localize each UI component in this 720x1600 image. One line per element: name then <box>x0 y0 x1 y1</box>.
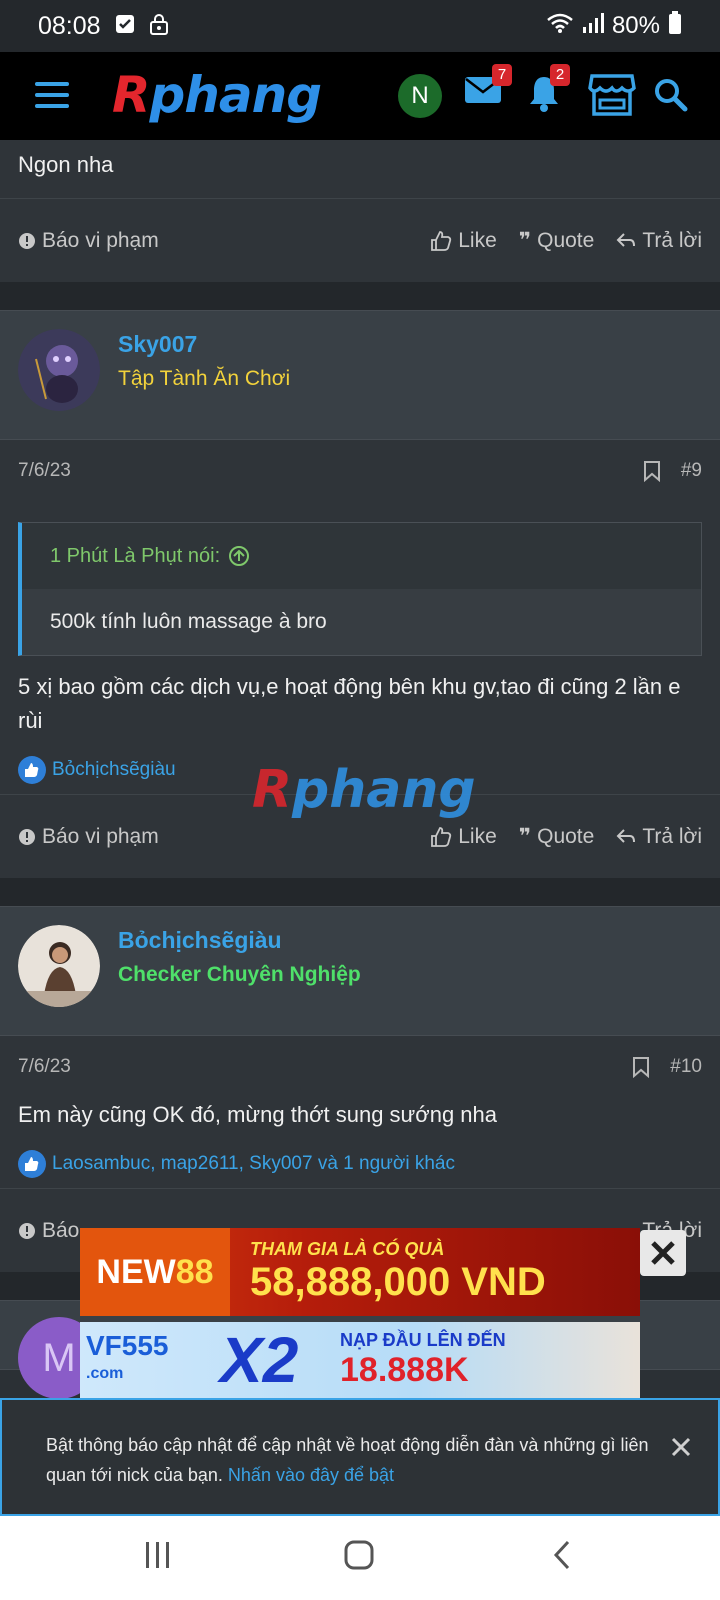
post-separator <box>0 282 720 310</box>
post-meta: 7/6/23 #10 <box>0 1036 720 1098</box>
back-icon[interactable] <box>552 1540 572 1575</box>
author-avatar[interactable] <box>18 329 100 411</box>
reply-button[interactable]: Trả lời <box>616 229 702 253</box>
like-reaction-icon <box>18 1150 46 1178</box>
notice-text: Bật thông báo cập nhật để cập nhật về ho… <box>46 1435 649 1485</box>
ad-amount: 58,888,000 VND <box>250 1260 546 1304</box>
notice-close-icon[interactable] <box>670 1436 694 1460</box>
like-button[interactable]: Like <box>430 229 497 253</box>
report-button[interactable]: Báo vi phạm <box>18 825 159 849</box>
search-icon[interactable] <box>654 78 688 117</box>
post-message: 5 xị bao gồm các dịch vụ,e hoạt động bên… <box>18 674 681 733</box>
quote-text: 500k tính luôn massage à bro <box>22 589 701 655</box>
ad-close-button[interactable] <box>640 1230 686 1276</box>
signal-icon <box>582 12 604 41</box>
post-message: Ngon nha <box>18 152 114 177</box>
post-9: Sky007 Tập Tành Ăn Chơi 7/6/23 #9 1 Phút… <box>0 310 720 878</box>
close-icon <box>651 1241 675 1265</box>
reply-arrow-icon <box>616 828 636 843</box>
ad-amount: 18.888K <box>340 1351 469 1389</box>
enable-notifications-link[interactable]: Nhấn vào đây để bật <box>228 1465 394 1485</box>
alert-icon <box>19 1222 35 1239</box>
user-avatar-button[interactable]: N <box>398 74 442 118</box>
post-meta: 7/6/23 #9 <box>0 440 720 502</box>
post-actions: Báo vi phạm Like ❞ Quote Trả lời <box>0 198 720 282</box>
likes-summary[interactable]: Laosambuc, map2611, Sky007 và 1 người kh… <box>0 1140 720 1188</box>
ad-brand-logo: VF555 .com <box>86 1330 169 1383</box>
like-button[interactable]: Like <box>430 825 497 849</box>
system-navigation-bar <box>0 1516 720 1600</box>
bookmark-icon[interactable] <box>643 460 661 482</box>
reply-button[interactable]: Trả lời <box>616 825 702 849</box>
status-time: 08:08 <box>38 11 101 40</box>
author-title: Tập Tành Ăn Chơi <box>118 367 291 390</box>
home-icon[interactable] <box>344 1540 374 1575</box>
thumbs-up-icon <box>431 230 452 251</box>
post-message: Em này cũng OK đó, mừng thớt sung sướng … <box>18 1102 498 1127</box>
quote-icon: ❞ <box>518 825 532 848</box>
battery-icon <box>668 10 682 42</box>
report-button[interactable]: Báo vi phạm <box>18 229 159 253</box>
post-previous: Ngon nha Báo vi phạm Like ❞ Quote Trả lờ… <box>0 140 720 282</box>
author-avatar[interactable] <box>18 925 100 1007</box>
lock-icon <box>149 13 169 40</box>
alert-icon <box>19 232 35 249</box>
author-username[interactable]: Sky007 <box>118 331 197 358</box>
post-10: Bỏchịchsẽgiàu Checker Chuyên Nghiệp 7/6/… <box>0 906 720 1272</box>
quote-author: 1 Phút Là Phụt nói: <box>50 544 221 567</box>
ad-headline: THAM GIA LÀ CÓ QUÀ <box>250 1239 445 1259</box>
thumbs-up-icon <box>431 826 452 847</box>
quote-block: 1 Phút Là Phụt nói: 500k tính luôn massa… <box>18 522 702 656</box>
ad-headline: NẠP ĐẦU LÊN ĐẾN <box>340 1330 506 1350</box>
checkbox-notification-icon <box>115 14 135 39</box>
recent-apps-icon[interactable] <box>144 1540 172 1575</box>
mail-badge: 7 <box>492 64 512 86</box>
notifications-bell-icon[interactable]: 2 <box>528 64 570 117</box>
ad-brand-logo: NEW 88 <box>80 1228 230 1316</box>
site-logo[interactable]: Rphang <box>112 66 322 124</box>
post-number[interactable]: #10 <box>670 1056 702 1078</box>
reply-arrow-icon <box>616 232 636 247</box>
likes-summary[interactable]: Bỏchịchsẽgiàu <box>0 746 720 794</box>
post-separator <box>0 878 720 906</box>
push-notification-prompt: Bật thông báo cập nhật để cập nhật về ho… <box>0 1398 720 1516</box>
ad-x2-label: X2 <box>220 1324 299 1396</box>
post-date[interactable]: 7/6/23 <box>18 1056 71 1078</box>
arrow-up-circle-icon <box>229 546 250 566</box>
inbox-mail-icon[interactable]: 7 <box>464 64 512 109</box>
quote-button[interactable]: ❞ Quote <box>519 228 595 253</box>
hamburger-menu-icon[interactable] <box>35 82 69 108</box>
top-navigation: Rphang N 7 2 <box>0 52 720 140</box>
report-button[interactable]: Báo <box>18 1219 79 1243</box>
like-reaction-icon <box>18 756 46 784</box>
ad-banner-new88[interactable]: NEW 88 THAM GIA LÀ CÓ QUÀ 58,888,000 VND <box>80 1228 640 1316</box>
ad-banner-vf555[interactable]: VF555 .com X2 NẠP ĐẦU LÊN ĐẾN 18.888K <box>80 1322 640 1398</box>
post-author-bar: Sky007 Tập Tành Ăn Chơi <box>0 310 720 440</box>
post-actions: Báo vi phạm Like ❞ Quote Trả lời <box>0 794 720 878</box>
bell-badge: 2 <box>550 64 570 86</box>
status-bar: 08:08 80% <box>0 0 720 52</box>
thread-content: Ngon nha Báo vi phạm Like ❞ Quote Trả lờ… <box>0 140 720 1399</box>
post-author-bar: Bỏchịchsẽgiàu Checker Chuyên Nghiệp <box>0 906 720 1036</box>
quote-header[interactable]: 1 Phút Là Phụt nói: <box>22 523 701 589</box>
bookmark-icon[interactable] <box>632 1056 650 1078</box>
author-title: Checker Chuyên Nghiệp <box>118 963 361 986</box>
store-icon[interactable] <box>588 72 636 123</box>
wifi-icon <box>546 12 574 41</box>
quote-button[interactable]: ❞ Quote <box>519 824 595 849</box>
battery-percent: 80% <box>611 12 660 39</box>
post-number[interactable]: #9 <box>681 460 702 482</box>
author-username[interactable]: Bỏchịchsẽgiàu <box>118 927 282 954</box>
quote-icon: ❞ <box>518 229 532 252</box>
post-date[interactable]: 7/6/23 <box>18 460 71 482</box>
alert-icon <box>19 828 35 845</box>
